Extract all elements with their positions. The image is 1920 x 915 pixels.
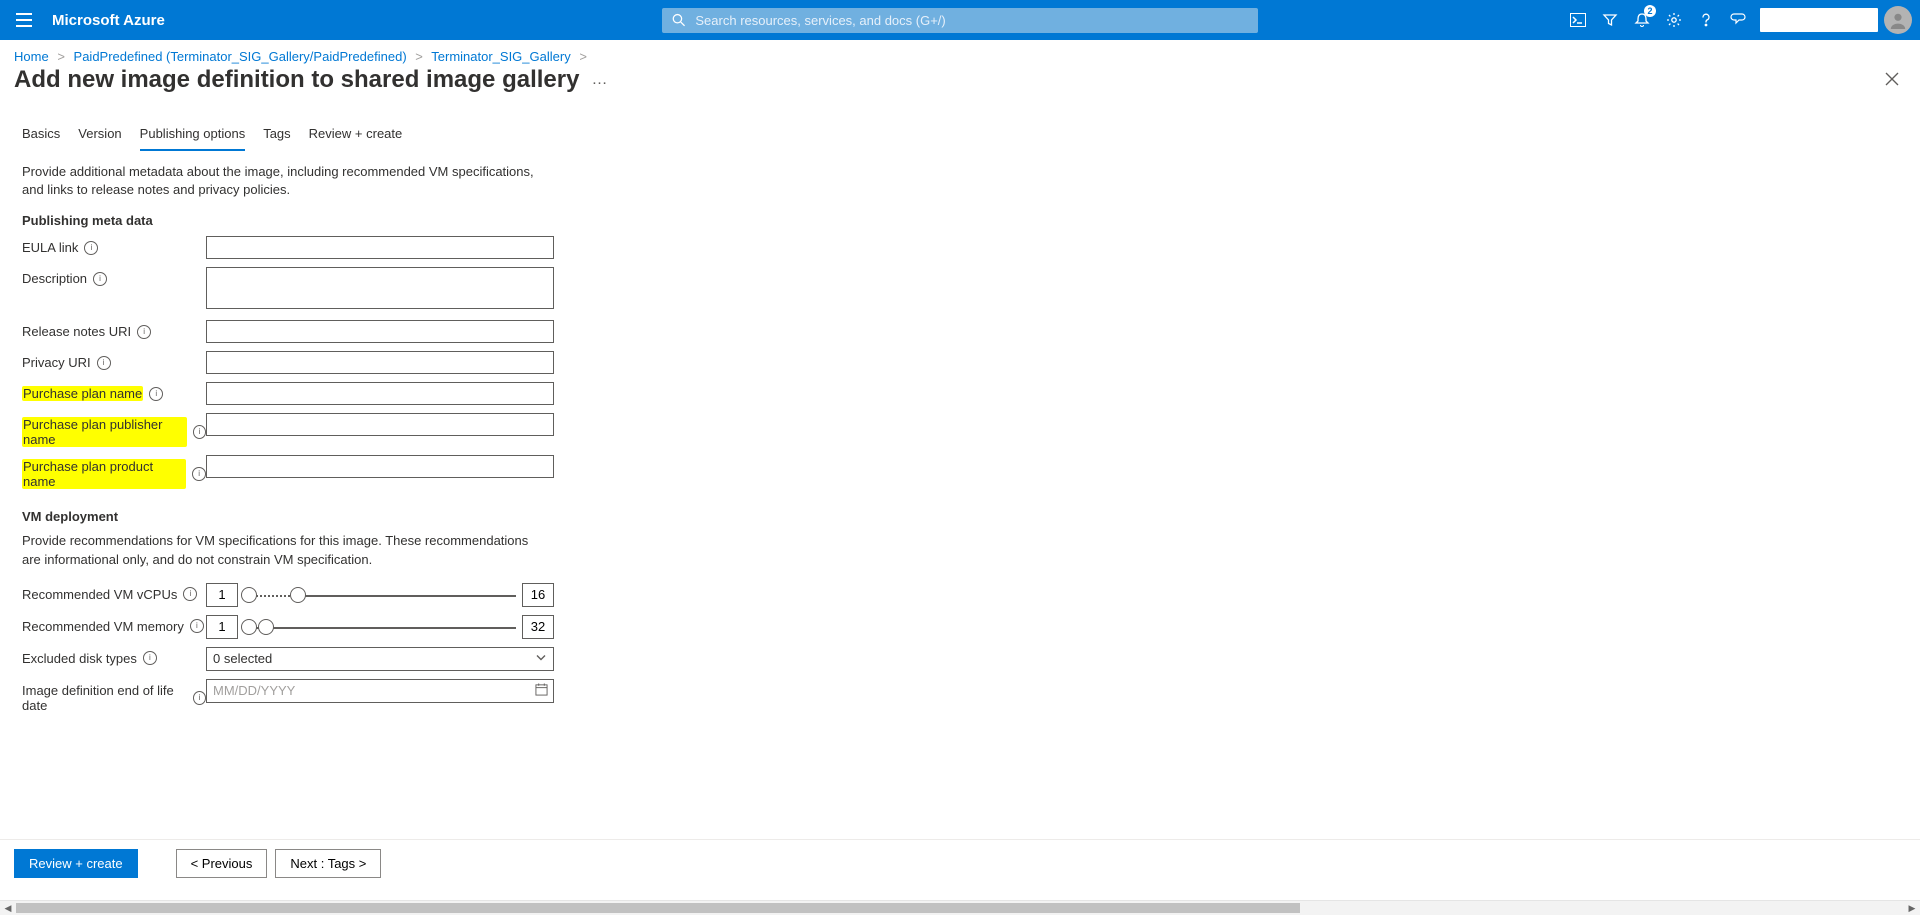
info-icon[interactable]: i [93,272,107,286]
scrollbar-track[interactable] [16,901,1904,915]
label-purchase-plan-product: Purchase plan product namei [22,455,206,489]
label-eula-link: EULA linki [22,236,206,255]
info-icon[interactable]: i [137,325,151,339]
vcpus-slider-thumb-min[interactable] [241,587,257,603]
search-box[interactable] [662,8,1258,33]
tab-bar: Basics Version Publishing options Tags R… [22,120,1920,151]
label-privacy-uri: Privacy URIi [22,351,206,370]
directory-filter-icon[interactable] [1594,0,1626,40]
info-icon[interactable]: i [84,241,98,255]
privacy-uri-input[interactable] [206,351,554,374]
tab-review-create[interactable]: Review + create [309,120,403,151]
info-icon[interactable]: i [190,619,204,633]
vcpus-slider-thumb-max[interactable] [290,587,306,603]
eula-link-input[interactable] [206,236,554,259]
more-actions-button[interactable]: … [591,71,608,89]
brand-label: Microsoft Azure [48,12,165,29]
purchase-plan-name-input[interactable] [206,382,554,405]
info-icon[interactable]: i [193,425,206,439]
section-heading-publishing: Publishing meta data [22,213,1920,228]
breadcrumb-item-paidpredefined[interactable]: PaidPredefined (Terminator_SIG_Gallery/P… [74,49,407,64]
global-header: Microsoft Azure 2 [0,0,1920,40]
next-button[interactable]: Next : Tags > [275,849,381,878]
excluded-disk-types-select[interactable]: 0 selected [206,647,554,671]
menu-toggle-button[interactable] [0,0,48,40]
notifications-icon[interactable]: 2 [1626,0,1658,40]
cloud-shell-icon[interactable] [1562,0,1594,40]
memory-slider-thumb-max[interactable] [258,619,274,635]
purchase-plan-publisher-input[interactable] [206,413,554,436]
search-icon [672,13,685,27]
page-title: Add new image definition to shared image… [14,66,579,94]
breadcrumb-separator: > [57,49,65,64]
global-search [662,8,1258,33]
section-heading-vm-deployment: VM deployment [22,509,1920,524]
info-icon[interactable]: i [143,651,157,665]
tab-version[interactable]: Version [78,120,121,151]
user-avatar[interactable] [1884,6,1912,34]
breadcrumb-separator: > [579,49,587,64]
feedback-icon[interactable] [1722,0,1754,40]
account-search-input[interactable] [1760,8,1878,32]
previous-button[interactable]: < Previous [176,849,268,878]
eol-date-placeholder: MM/DD/YYYY [213,683,295,698]
excluded-disk-types-value: 0 selected [213,651,272,666]
vm-section-description: Provide recommendations for VM specifica… [22,532,542,568]
memory-max-input[interactable] [522,615,554,639]
description-input[interactable] [206,267,554,309]
vcpus-min-input[interactable] [206,583,238,607]
label-purchase-plan-publisher: Purchase plan publisher namei [22,413,206,447]
memory-min-input[interactable] [206,615,238,639]
memory-slider-thumb-min[interactable] [241,619,257,635]
vm-form: Recommended VM vCPUsi [22,583,1920,713]
horizontal-scrollbar[interactable]: ◀ ▶ [0,900,1920,915]
info-icon[interactable]: i [193,691,206,705]
section-description: Provide additional metadata about the im… [22,163,542,199]
breadcrumb: Home > PaidPredefined (Terminator_SIG_Ga… [0,40,1920,66]
tab-tags[interactable]: Tags [263,120,290,151]
content-area: Home > PaidPredefined (Terminator_SIG_Ga… [0,40,1920,901]
wizard-footer: Review + create < Previous Next : Tags > [0,839,1920,887]
review-create-button[interactable]: Review + create [14,849,138,878]
vcpus-slider[interactable] [244,585,516,605]
info-icon[interactable]: i [149,387,163,401]
info-icon[interactable]: i [192,467,206,481]
header-actions: 2 [1562,0,1920,40]
chevron-down-icon [535,651,547,666]
page-header: Add new image definition to shared image… [0,66,1920,102]
form-body: Basics Version Publishing options Tags R… [0,102,1920,713]
purchase-plan-product-input[interactable] [206,455,554,478]
close-blade-button[interactable] [1884,71,1906,90]
notifications-badge: 2 [1644,5,1656,17]
info-icon[interactable]: i [183,587,197,601]
tab-publishing-options[interactable]: Publishing options [140,120,246,151]
label-description: Descriptioni [22,267,206,286]
memory-slider[interactable] [244,617,516,637]
info-icon[interactable]: i [97,356,111,370]
label-release-notes-uri: Release notes URIi [22,320,206,339]
label-recommended-memory: Recommended VM memoryi [22,615,206,634]
label-end-of-life-date: Image definition end of life datei [22,679,206,713]
publishing-form: EULA linki Descriptioni Release notes UR… [22,236,1920,489]
search-input[interactable] [693,12,1248,29]
calendar-icon [535,683,548,699]
breadcrumb-separator: > [415,49,423,64]
label-purchase-plan-name: Purchase plan namei [22,382,206,401]
tab-basics[interactable]: Basics [22,120,60,151]
help-icon[interactable] [1690,0,1722,40]
label-excluded-disk-types: Excluded disk typesi [22,647,206,666]
breadcrumb-item-home[interactable]: Home [14,49,49,64]
breadcrumb-item-gallery[interactable]: Terminator_SIG_Gallery [431,49,570,64]
vcpus-max-input[interactable] [522,583,554,607]
label-recommended-vcpus: Recommended VM vCPUsi [22,583,206,602]
settings-icon[interactable] [1658,0,1690,40]
scrollbar-handle[interactable] [16,903,1300,913]
release-notes-uri-input[interactable] [206,320,554,343]
scroll-left-arrow[interactable]: ◀ [0,901,16,915]
scroll-right-arrow[interactable]: ▶ [1904,901,1920,915]
eol-date-input[interactable]: MM/DD/YYYY [206,679,554,703]
